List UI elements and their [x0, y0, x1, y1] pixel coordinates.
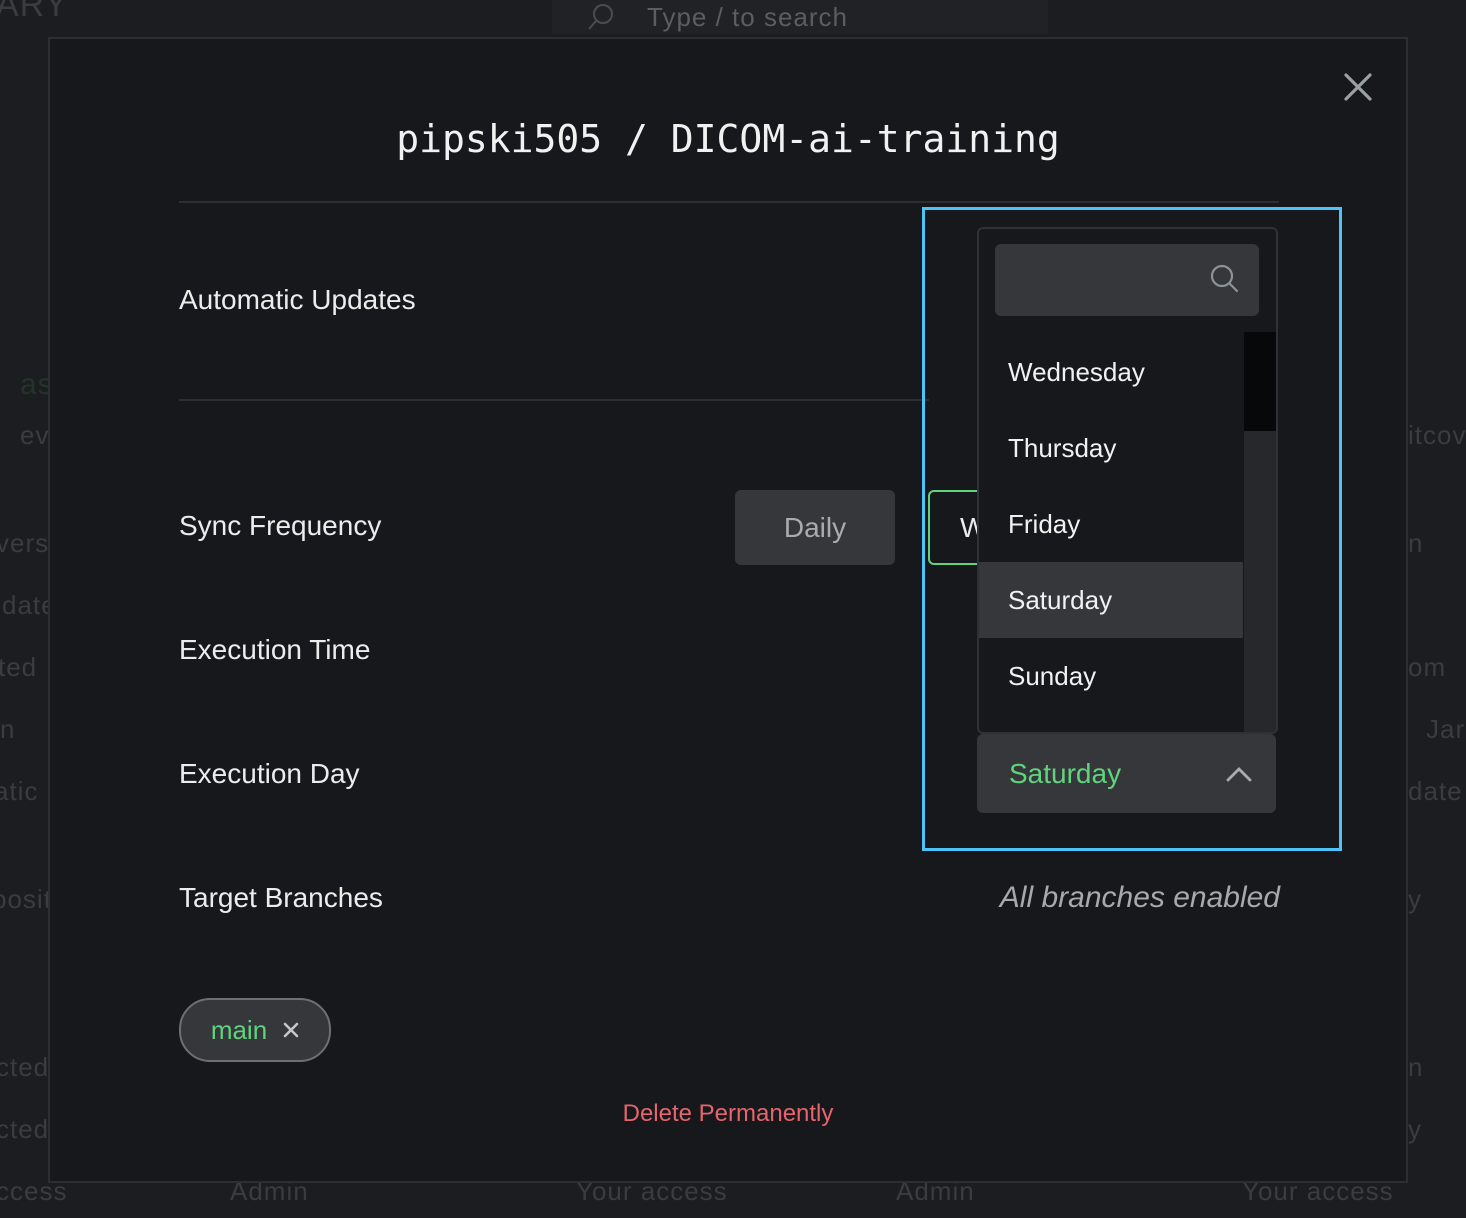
background-text: n	[0, 714, 16, 744]
background-text: cted	[0, 1052, 50, 1082]
remove-branch-icon[interactable]	[283, 1022, 299, 1038]
dropdown-scrollbar[interactable]	[1244, 332, 1276, 732]
option-wednesday[interactable]: Wednesday	[979, 334, 1243, 410]
close-icon[interactable]	[1343, 72, 1373, 102]
search-icon	[1210, 264, 1239, 293]
dropdown-options: Wednesday Thursday Friday Saturday Sunda…	[979, 334, 1243, 714]
branch-chip-label: main	[210, 1014, 268, 1045]
delete-permanently-button[interactable]: Delete Permanently	[50, 1100, 1406, 1128]
sync-frequency-label: Sync Frequency	[179, 510, 382, 541]
divider	[179, 399, 929, 401]
background-text: ARY	[0, 0, 69, 24]
option-saturday[interactable]: Saturday	[979, 562, 1243, 638]
background-text: n	[1408, 1052, 1424, 1082]
selected-day: Saturday	[1009, 758, 1122, 789]
automatic-updates-label: Automatic Updates	[179, 284, 416, 315]
frequency-daily-button[interactable]: Daily	[735, 490, 895, 565]
background-text: vers	[0, 528, 50, 558]
background-text: cted	[0, 1114, 50, 1144]
background-text: n	[1408, 528, 1424, 558]
option-sunday[interactable]: Sunday	[979, 638, 1243, 714]
branches-status: All branches enabled	[999, 881, 1280, 914]
background-text: Jar	[1426, 714, 1466, 744]
modal-title: pipski505 / DICOM-ai-training	[396, 117, 1060, 161]
execution-time-label: Execution Time	[179, 634, 371, 665]
divider	[179, 201, 1279, 203]
option-thursday[interactable]: Thursday	[979, 410, 1243, 486]
execution-day-select[interactable]: Saturday	[977, 734, 1276, 813]
dropdown-search-input[interactable]	[995, 244, 1259, 316]
background-search-icon	[588, 4, 613, 30]
background-text: y	[1408, 1114, 1422, 1144]
option-friday[interactable]: Friday	[979, 486, 1243, 562]
scrollbar-thumb[interactable]	[1244, 332, 1276, 431]
background-search-bar: Type / to search	[552, 0, 1048, 34]
background-text: ted	[0, 652, 38, 682]
execution-day-dropdown: Wednesday Thursday Friday Saturday Sunda…	[977, 227, 1278, 734]
background-text: om	[1408, 652, 1447, 682]
target-branches-label: Target Branches	[179, 882, 383, 913]
background-text: date	[1408, 776, 1463, 806]
background-text: posit	[0, 884, 52, 914]
background-text: itcov	[1408, 420, 1466, 450]
background-search-placeholder: Type / to search	[647, 2, 848, 32]
background-text: ev	[20, 420, 50, 450]
branch-chip-main: main	[179, 998, 331, 1062]
chevron-up-icon	[1226, 767, 1252, 782]
background-text: y	[1408, 884, 1422, 914]
execution-day-label: Execution Day	[179, 758, 360, 789]
